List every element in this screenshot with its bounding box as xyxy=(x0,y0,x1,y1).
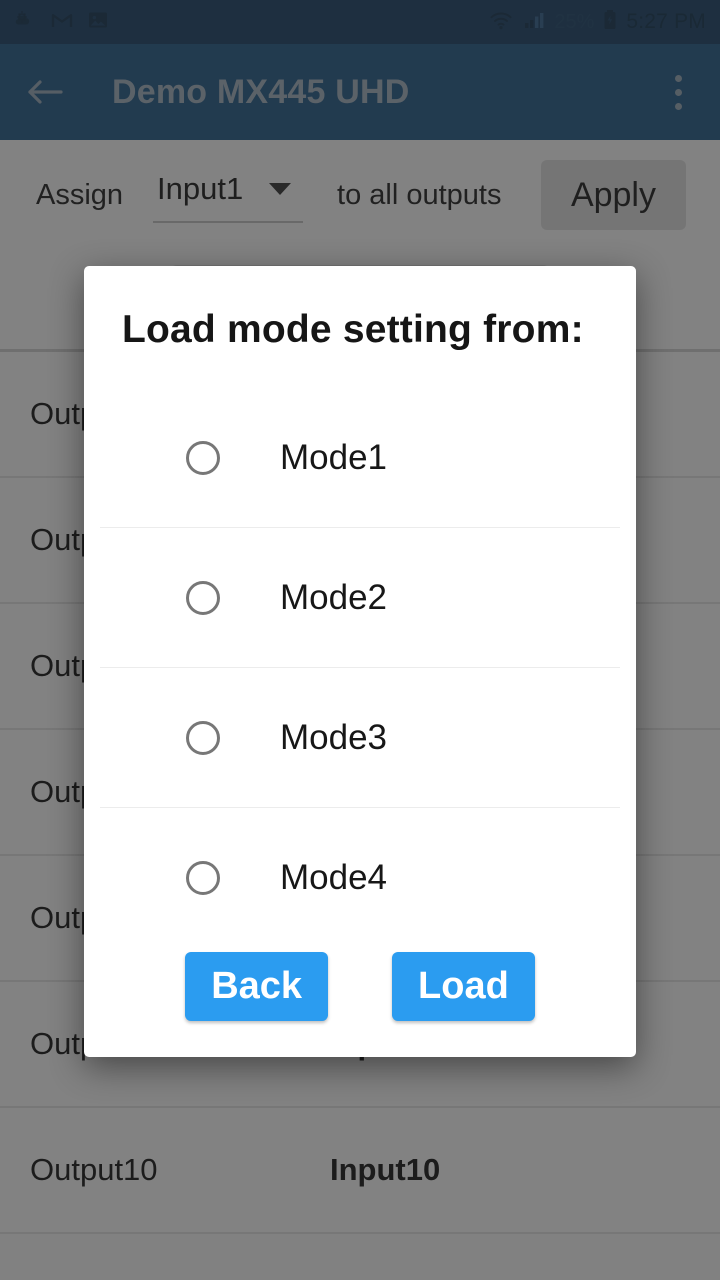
mode-option-2[interactable]: Mode2 xyxy=(100,528,620,668)
phone-screen: 25% 5:27 PM xyxy=(0,0,720,1280)
dialog-actions: Back Load xyxy=(84,951,636,1057)
mode-option-1[interactable]: Mode1 xyxy=(100,388,620,528)
mode-option-4[interactable]: Mode4 xyxy=(100,808,620,948)
radio-button-icon[interactable] xyxy=(186,861,220,895)
radio-button-icon[interactable] xyxy=(186,580,220,615)
dialog-title: Load mode setting from: xyxy=(122,308,584,351)
back-button[interactable]: Back xyxy=(185,951,329,1021)
mode-option-label: Mode1 xyxy=(280,437,388,477)
mode-option-3[interactable]: Mode3 xyxy=(100,668,620,808)
mode-radio-group: Mode1 Mode2 Mode3 Mode4 xyxy=(84,388,636,948)
mode-option-label: Mode3 xyxy=(280,717,388,757)
mode-option-label: Mode2 xyxy=(280,577,388,617)
radio-button-icon[interactable] xyxy=(186,720,220,755)
radio-button-icon[interactable] xyxy=(186,440,220,475)
load-mode-dialog: Load mode setting from: Mode1 Mode2 Mode… xyxy=(84,266,636,1057)
mode-option-label: Mode4 xyxy=(280,858,388,897)
load-button[interactable]: Load xyxy=(392,951,535,1021)
